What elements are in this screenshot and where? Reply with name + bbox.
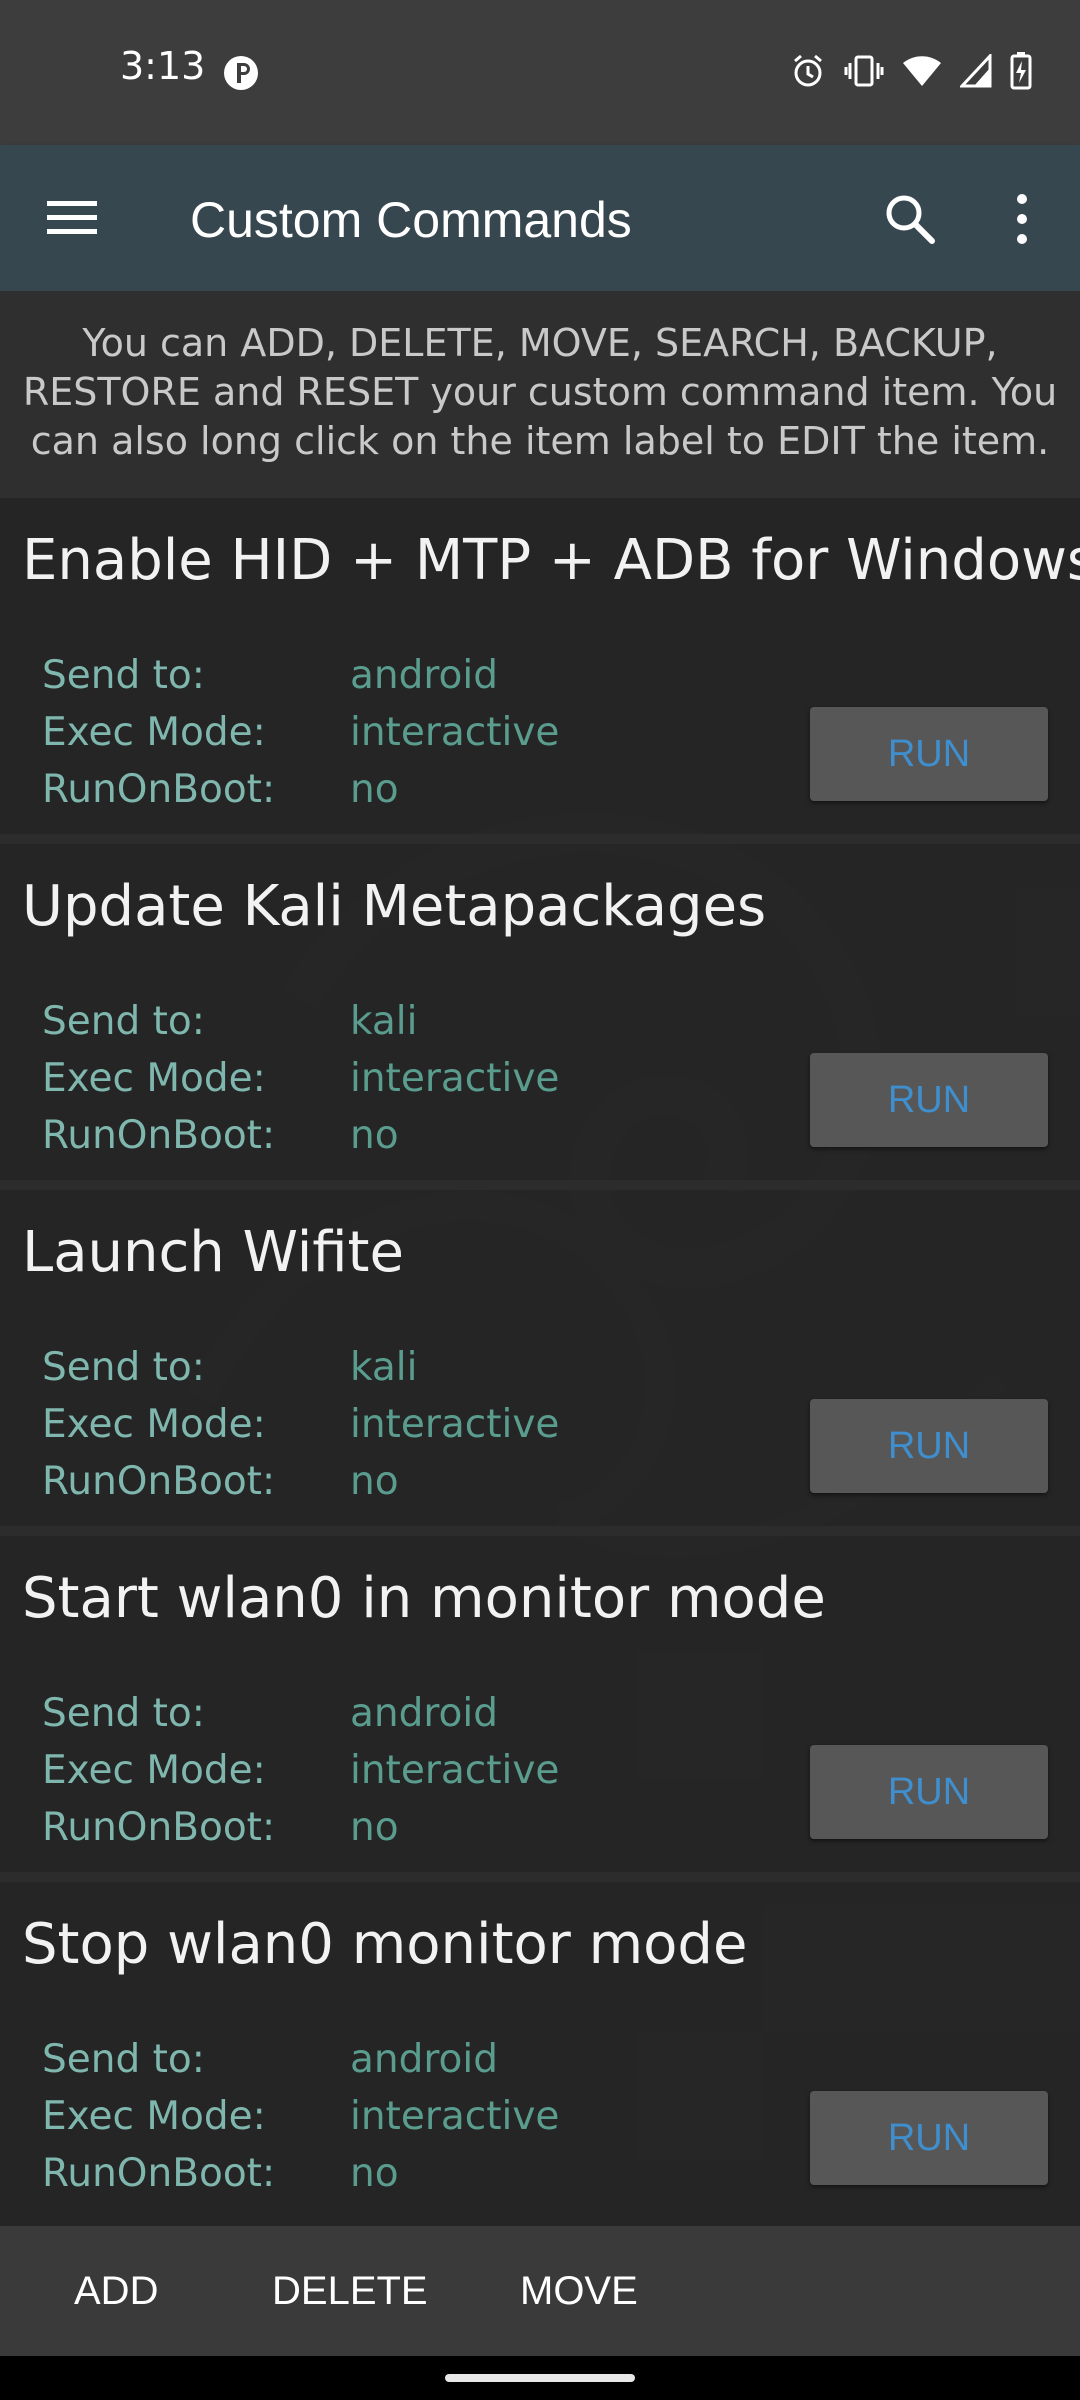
run-on-boot-label: RunOnBoot: [42,2151,276,2196]
search-icon[interactable] [882,191,938,247]
wifi-icon [902,54,942,93]
exec-mode-label: Exec Mode: [42,1748,266,1793]
divider [0,1526,1080,1536]
delete-button[interactable]: DELETE [272,2226,428,2356]
notification-badge-icon [222,54,260,92]
description-text: You can ADD, DELETE, MOVE, SEARCH, BACKU… [0,291,1080,498]
divider [0,1872,1080,1882]
send-to-value: kali [350,999,418,1044]
run-button[interactable]: RUN [810,2091,1048,2185]
command-title[interactable]: Start wlan0 in monitor mode [22,1566,826,1631]
send-to-label: Send to: [42,2037,205,2082]
send-to-value: android [350,653,499,698]
divider [0,1180,1080,1190]
command-card: Launch Wifite Send to: kali Exec Mode: i… [0,1190,1080,1526]
run-button[interactable]: RUN [810,1399,1048,1493]
send-to-label: Send to: [42,1691,205,1736]
run-button[interactable]: RUN [810,1745,1048,1839]
move-button[interactable]: MOVE [520,2226,638,2356]
divider [0,834,1080,844]
command-card: Stop wlan0 monitor mode Send to: android… [0,1882,1080,2226]
system-nav-bar [0,2356,1080,2400]
run-on-boot-value: no [350,1113,399,1158]
gesture-handle[interactable] [445,2374,635,2382]
command-title[interactable]: Enable HID + MTP + ADB for Windows [22,528,1080,593]
command-list[interactable]: Enable HID + MTP + ADB for Windows Send … [0,498,1080,2226]
send-to-value: android [350,2037,499,2082]
add-button[interactable]: ADD [74,2226,158,2356]
exec-mode-label: Exec Mode: [42,1056,266,1101]
command-title[interactable]: Launch Wifite [22,1220,404,1285]
send-to-label: Send to: [42,999,205,1044]
command-card: Enable HID + MTP + ADB for Windows Send … [0,498,1080,834]
run-on-boot-label: RunOnBoot: [42,1113,276,1158]
exec-mode-value: interactive [350,2094,560,2139]
bottom-action-bar: ADD DELETE MOVE [0,2226,1080,2356]
more-vert-icon[interactable] [1000,191,1044,247]
run-on-boot-value: no [350,767,399,812]
run-on-boot-label: RunOnBoot: [42,1805,276,1850]
exec-mode-value: interactive [350,1748,560,1793]
send-to-value: kali [350,1345,418,1390]
status-bar: 3:13 [0,0,1080,145]
run-on-boot-label: RunOnBoot: [42,1459,276,1504]
exec-mode-value: interactive [350,1056,560,1101]
battery-charging-icon [1010,52,1032,95]
exec-mode-label: Exec Mode: [42,1402,266,1447]
command-card: Update Kali Metapackages Send to: kali E… [0,844,1080,1180]
vibrate-icon [844,53,884,94]
run-on-boot-value: no [350,2151,399,2196]
run-button[interactable]: RUN [810,707,1048,801]
status-time: 3:13 [120,44,206,88]
signal-icon [958,52,992,93]
send-to-label: Send to: [42,1345,205,1390]
run-on-boot-label: RunOnBoot: [42,767,276,812]
command-title[interactable]: Stop wlan0 monitor mode [22,1912,747,1977]
send-to-value: android [350,1691,499,1736]
app-bar: Custom Commands [0,145,1080,291]
menu-icon[interactable] [44,197,100,239]
run-on-boot-value: no [350,1459,399,1504]
exec-mode-value: interactive [350,1402,560,1447]
run-on-boot-value: no [350,1805,399,1850]
exec-mode-label: Exec Mode: [42,710,266,755]
send-to-label: Send to: [42,653,205,698]
exec-mode-label: Exec Mode: [42,2094,266,2139]
alarm-icon [790,53,826,94]
exec-mode-value: interactive [350,710,560,755]
page-title: Custom Commands [190,192,632,248]
command-title[interactable]: Update Kali Metapackages [22,874,766,939]
command-card: Start wlan0 in monitor mode Send to: and… [0,1536,1080,1872]
run-button[interactable]: RUN [810,1053,1048,1147]
